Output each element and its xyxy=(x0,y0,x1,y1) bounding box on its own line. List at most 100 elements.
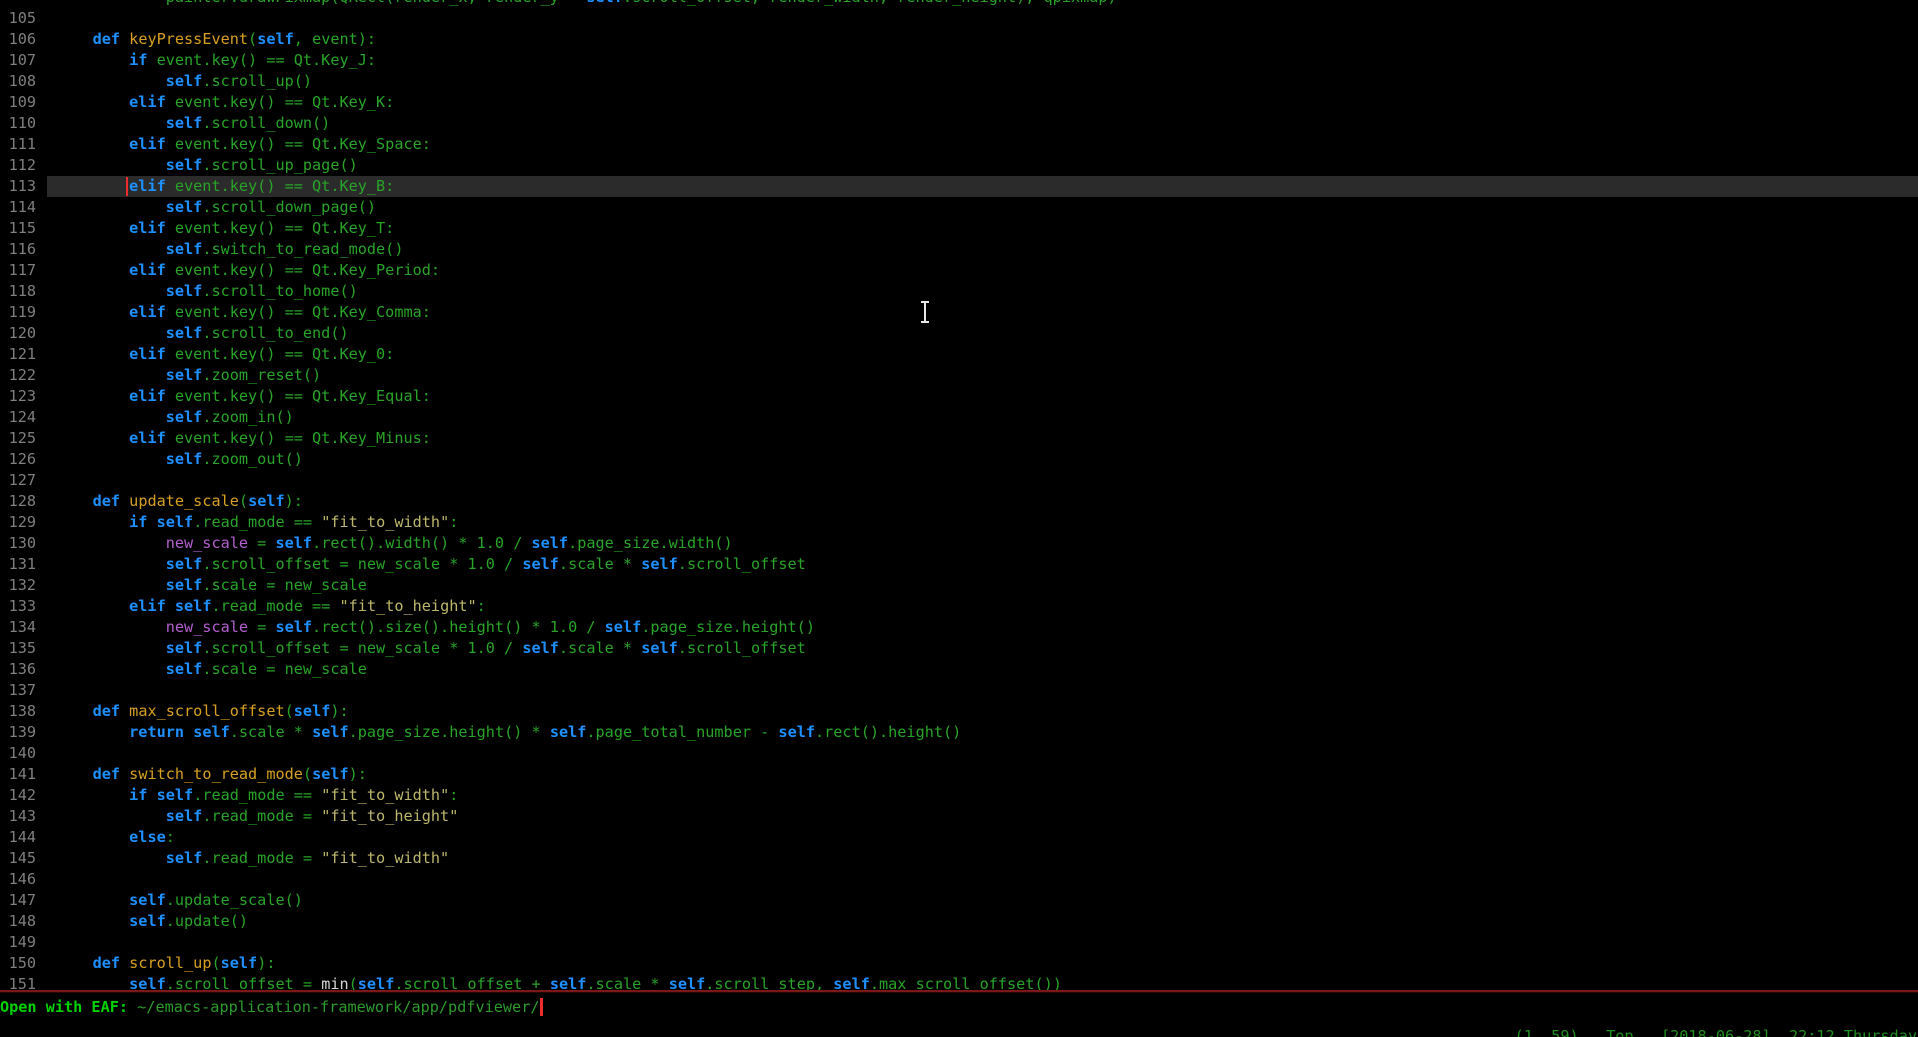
line-number: 132 xyxy=(0,575,36,596)
code-line[interactable]: 110 self.scroll_down() xyxy=(0,113,1918,134)
code-token: self xyxy=(166,639,203,657)
code-token: elif xyxy=(129,345,166,363)
line-number: 119 xyxy=(0,302,36,323)
code-token xyxy=(56,408,166,426)
code-line[interactable]: 136 self.scale = new_scale xyxy=(0,659,1918,680)
code-line[interactable]: 138 def max_scroll_offset(self): xyxy=(0,701,1918,722)
code-buffer[interactable]: painter.drawPixmap(QRect(render_x, rende… xyxy=(0,0,1918,990)
code-token: .read_mode == xyxy=(193,786,321,804)
code-token: ): xyxy=(285,492,303,510)
code-line[interactable]: 109 elif event.key() == Qt.Key_K: xyxy=(0,92,1918,113)
code-token: if xyxy=(129,513,147,531)
code-line[interactable]: 129 if self.read_mode == "fit_to_width": xyxy=(0,512,1918,533)
code-token: = xyxy=(248,534,275,552)
code-line[interactable]: 122 self.zoom_reset() xyxy=(0,365,1918,386)
code-line[interactable]: 108 self.scroll_up() xyxy=(0,71,1918,92)
code-line[interactable]: 144 else: xyxy=(0,827,1918,848)
code-line[interactable]: 125 elif event.key() == Qt.Key_Minus: xyxy=(0,428,1918,449)
code-token xyxy=(56,51,129,69)
code-line[interactable]: 133 elif self.read_mode == "fit_to_heigh… xyxy=(0,596,1918,617)
code-token xyxy=(56,93,129,111)
code-line[interactable]: 112 self.scroll_up_page() xyxy=(0,155,1918,176)
code-line-partial[interactable]: painter.drawPixmap(QRect(render_x, rende… xyxy=(0,0,1918,8)
code-token: switch_to_read_mode xyxy=(129,765,303,783)
code-token: painter.drawPixmap(QRect(render_x, rende… xyxy=(56,0,586,6)
line-number: 135 xyxy=(0,638,36,659)
code-line[interactable]: 114 self.scroll_down_page() xyxy=(0,197,1918,218)
code-line[interactable]: 146 xyxy=(0,869,1918,890)
code-token: .scroll_offset = xyxy=(166,975,321,990)
code-token: .scroll_up() xyxy=(202,72,312,90)
code-token: self xyxy=(221,954,258,972)
code-line[interactable]: 141 def switch_to_read_mode(self): xyxy=(0,764,1918,785)
line-number: 149 xyxy=(0,932,36,953)
code-line[interactable]: 143 self.read_mode = "fit_to_height" xyxy=(0,806,1918,827)
code-token: self xyxy=(778,723,815,741)
code-line[interactable]: 149 xyxy=(0,932,1918,953)
code-line[interactable]: 126 self.zoom_out() xyxy=(0,449,1918,470)
code-token: "fit_to_width" xyxy=(321,513,449,531)
code-line[interactable]: 131 self.scroll_offset = new_scale * 1.0… xyxy=(0,554,1918,575)
code-line[interactable]: 132 self.scale = new_scale xyxy=(0,575,1918,596)
code-line[interactable]: 111 elif event.key() == Qt.Key_Space: xyxy=(0,134,1918,155)
code-line[interactable]: 135 self.scroll_offset = new_scale * 1.0… xyxy=(0,638,1918,659)
code-token: self xyxy=(275,618,312,636)
code-line[interactable]: 147 self.update_scale() xyxy=(0,890,1918,911)
code-line[interactable]: 150 def scroll_up(self): xyxy=(0,953,1918,974)
code-line[interactable]: 140 xyxy=(0,743,1918,764)
line-number: 151 xyxy=(0,974,36,990)
code-line[interactable]: 106 def keyPressEvent(self, event): xyxy=(0,29,1918,50)
code-token: self xyxy=(522,639,559,657)
code-line[interactable]: 134 new_scale = self.rect().size().heigh… xyxy=(0,617,1918,638)
code-line[interactable]: 121 elif event.key() == Qt.Key_0: xyxy=(0,344,1918,365)
code-token: def xyxy=(93,492,120,510)
code-line[interactable]: 116 self.switch_to_read_mode() xyxy=(0,239,1918,260)
minibuffer-input[interactable]: ~/emacs-application-framework/app/pdfvie… xyxy=(137,998,539,1016)
status-tray: (1, 59) Top [2018-06-28] 22:12 Thursday xyxy=(1515,1026,1917,1037)
code-line[interactable]: 128 def update_scale(self): xyxy=(0,491,1918,512)
code-line[interactable]: 118 self.scroll_to_home() xyxy=(0,281,1918,302)
code-token xyxy=(56,702,93,720)
code-line[interactable]: 105 xyxy=(0,8,1918,29)
code-token: elif xyxy=(129,93,166,111)
code-token: self xyxy=(129,975,166,990)
code-token: "fit_to_width" xyxy=(321,786,449,804)
code-line[interactable]: 142 if self.read_mode == "fit_to_width": xyxy=(0,785,1918,806)
code-line[interactable]: 123 elif event.key() == Qt.Key_Equal: xyxy=(0,386,1918,407)
line-number: 134 xyxy=(0,617,36,638)
line-number: 126 xyxy=(0,449,36,470)
code-token xyxy=(56,723,129,741)
line-number: 110 xyxy=(0,113,36,134)
code-line[interactable]: 117 elif event.key() == Qt.Key_Period: xyxy=(0,260,1918,281)
code-line[interactable]: 145 self.read_mode = "fit_to_width" xyxy=(0,848,1918,869)
code-line[interactable]: 130 new_scale = self.rect().width() * 1.… xyxy=(0,533,1918,554)
code-token: self xyxy=(166,156,203,174)
code-line[interactable]: 137 xyxy=(0,680,1918,701)
code-token xyxy=(56,282,166,300)
code-token: event.key() == Qt.Key_0: xyxy=(166,345,395,363)
code-line[interactable]: 107 if event.key() == Qt.Key_J: xyxy=(0,50,1918,71)
code-token: self xyxy=(605,618,642,636)
code-line[interactable]: 115 elif event.key() == Qt.Key_T: xyxy=(0,218,1918,239)
code-token: self xyxy=(669,975,706,990)
code-line[interactable]: 119 elif event.key() == Qt.Key_Comma: xyxy=(0,302,1918,323)
minibuffer-prompt: Open with EAF: xyxy=(0,998,137,1016)
code-token: "fit_to_height" xyxy=(339,597,476,615)
code-token: self xyxy=(257,30,294,48)
code-token xyxy=(56,534,166,552)
code-token: .scale * xyxy=(559,639,641,657)
code-line[interactable]: 148 self.update() xyxy=(0,911,1918,932)
line-number: 142 xyxy=(0,785,36,806)
emacs-frame: painter.drawPixmap(QRect(render_x, rende… xyxy=(0,0,1918,1037)
code-line[interactable]: 124 self.zoom_in() xyxy=(0,407,1918,428)
code-token xyxy=(56,597,129,615)
code-line[interactable]: 120 self.scroll_to_end() xyxy=(0,323,1918,344)
minibuffer[interactable]: Open with EAF: ~/emacs-application-frame… xyxy=(0,997,1918,1018)
code-token xyxy=(56,177,129,195)
code-token: self xyxy=(157,513,194,531)
code-line[interactable]: 139 return self.scale * self.page_size.h… xyxy=(0,722,1918,743)
code-line[interactable]: 113 elif event.key() == Qt.Key_B: xyxy=(0,176,1918,197)
code-line[interactable]: 151 self.scroll_offset = min(self.scroll… xyxy=(0,974,1918,990)
code-line[interactable]: 127 xyxy=(0,470,1918,491)
code-token: elif xyxy=(129,177,166,195)
